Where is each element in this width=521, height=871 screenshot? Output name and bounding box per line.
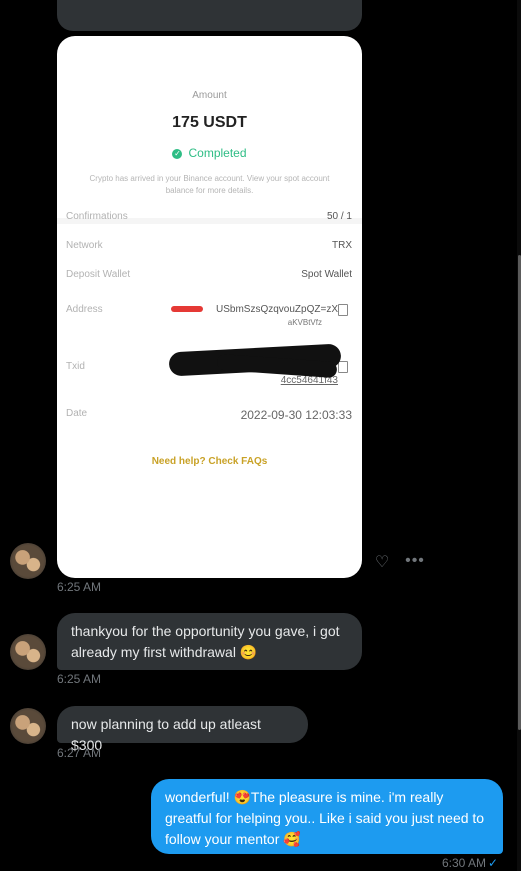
message-bubble-incoming[interactable]: now planning to add up atleast $300 (57, 706, 308, 753)
status-note: Crypto has arrived in your Binance accou… (89, 174, 330, 195)
row-label: Confirmations (66, 211, 128, 222)
message-time: 6:25 AM (57, 580, 102, 594)
avatar[interactable] (10, 543, 46, 579)
message-time: 6:25 AM (57, 672, 102, 686)
row-value-line2: aKVBtVfz (287, 318, 322, 327)
row-value: 50 / 1 (326, 211, 352, 222)
row-label: Date (66, 408, 88, 419)
copy-icon[interactable] (338, 304, 348, 316)
message-time: 6:30 AM (442, 856, 487, 870)
status-text: Completed (188, 146, 247, 160)
row-label: Address (66, 304, 103, 315)
amount-label: Amount (192, 90, 227, 101)
avatar[interactable] (10, 708, 46, 744)
message-time: 6:27 AM (57, 746, 102, 760)
row-label: Txid (66, 361, 85, 372)
copy-icon[interactable] (338, 361, 348, 373)
row-value: USbmSzsQzqvouZpQZ=zX (216, 304, 338, 315)
message-bubble-incoming[interactable]: thankyou for the opportunity you gave, i… (57, 613, 362, 670)
check-circle-icon: ✓ (172, 149, 183, 159)
sent-check-icon: ✓ (488, 856, 499, 870)
help-faq-link: Need help? Check FAQs (151, 456, 268, 467)
heart-plus-icon[interactable]: ♡ (373, 554, 391, 572)
amount-value: 175 USDT (172, 114, 247, 131)
previous-message-bubble (57, 0, 362, 31)
row-value: 2022-09-30 12:03:33 (240, 408, 352, 422)
message-time-outgoing: 6:30 AM ✓ (442, 856, 498, 870)
row-value: Spot Wallet (301, 269, 352, 280)
redaction-mark (171, 306, 203, 312)
status-completed: ✓ Completed (57, 146, 362, 160)
more-options-icon[interactable]: ••• (405, 553, 425, 571)
avatar[interactable] (10, 634, 46, 670)
row-label: Network (66, 240, 103, 251)
message-bubble-outgoing[interactable]: wonderful! 😍The pleasure is mine. i'm re… (151, 779, 503, 854)
row-label: Deposit Wallet (66, 269, 131, 280)
row-value: TRX (332, 240, 352, 251)
scrollbar-track[interactable] (517, 0, 521, 871)
shared-image-deposit-receipt[interactable]: Amount 175 USDT ✓ Completed Crypto has ar… (57, 36, 362, 578)
